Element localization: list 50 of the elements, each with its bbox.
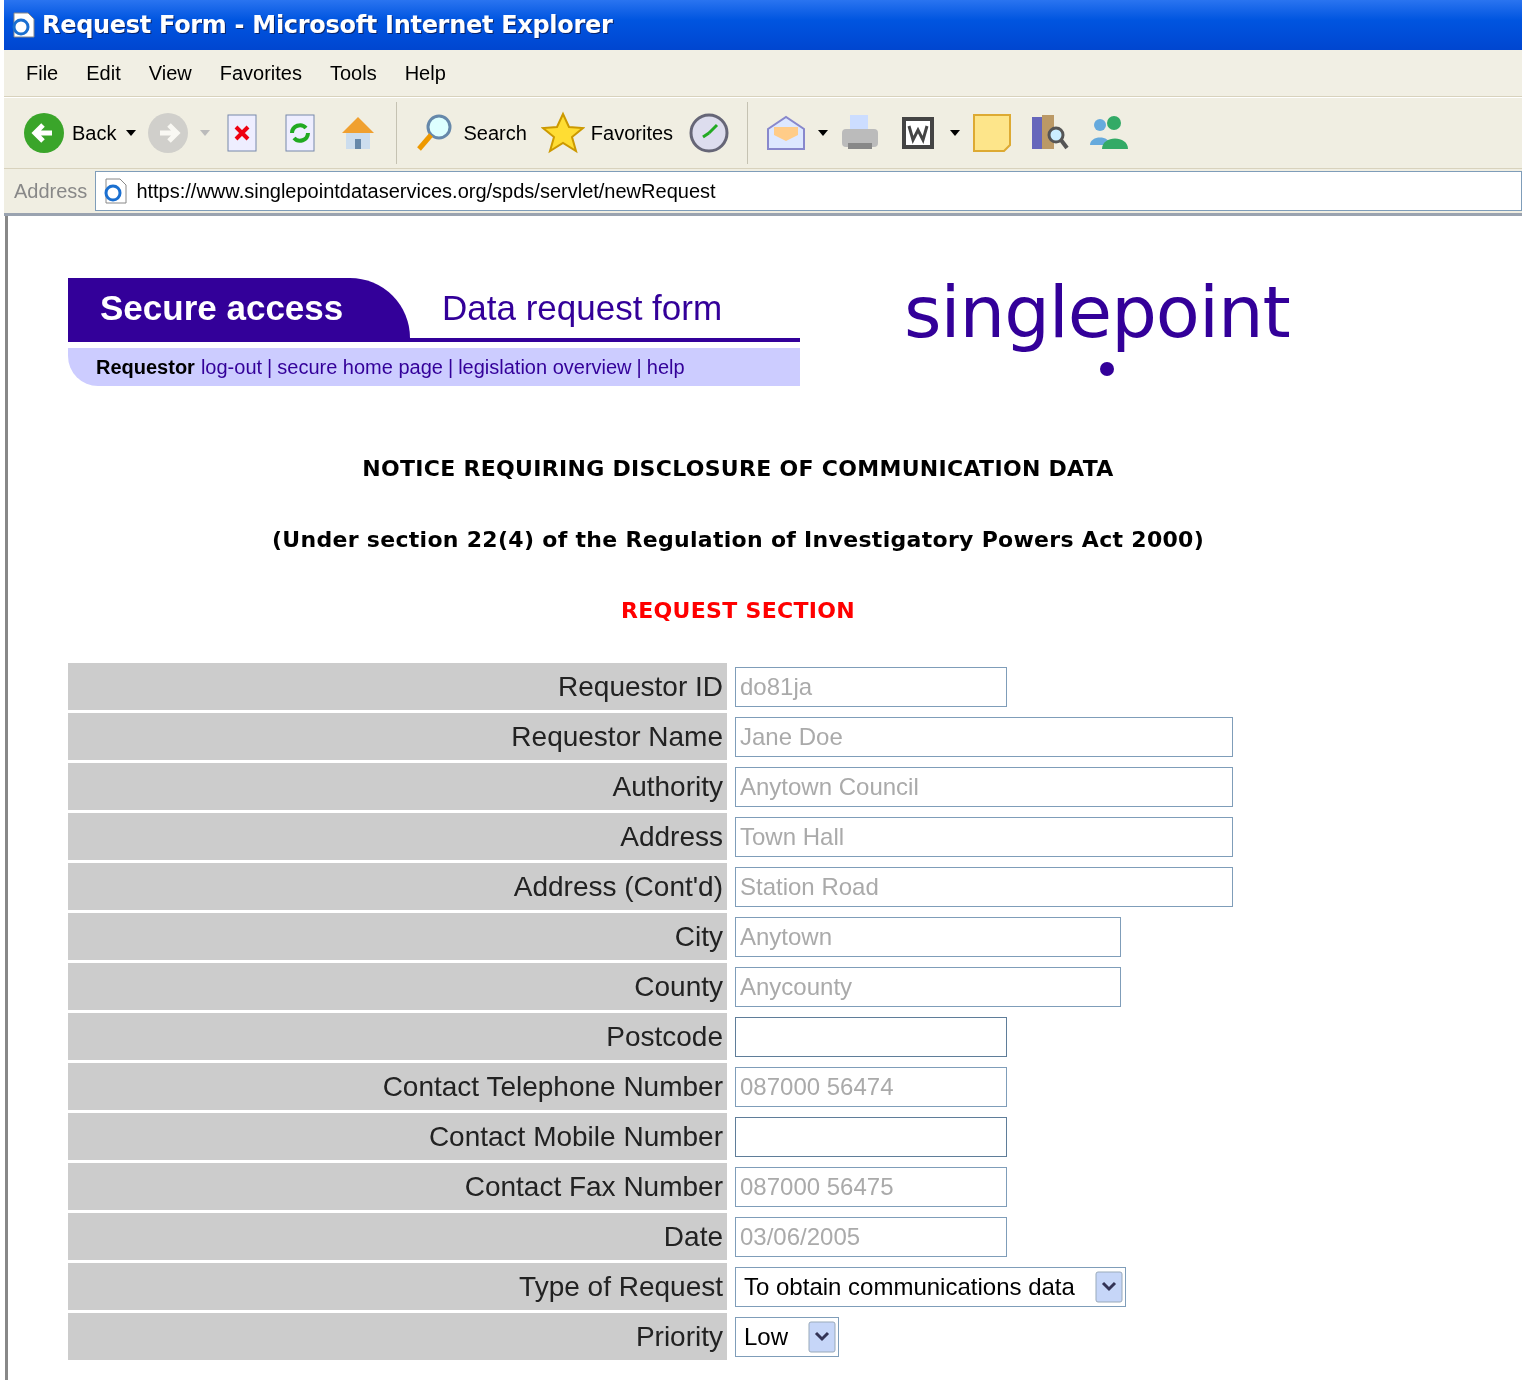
logo-dot-icon [1100,362,1114,376]
dropdown-caret-icon[interactable] [818,130,829,136]
link-separator: | [447,355,454,379]
toolbar-button[interactable]: Search [409,109,531,157]
logo-text: singlepoint [904,269,1290,356]
user-role: Requestor [96,355,195,379]
toolbar-button[interactable]: Favorites [536,109,678,157]
nav-link[interactable]: help [646,355,685,379]
page-title: Data request form [441,288,723,329]
field-label: Contact Mobile Number [68,1113,727,1160]
nav-link[interactable]: log-out [200,355,263,379]
field-label: Date [68,1213,727,1260]
field-label: Address (Cont'd) [68,863,727,910]
nav-link[interactable]: legislation overview [458,355,632,379]
field-label: City [68,913,727,960]
dropdown-caret-icon[interactable] [950,130,961,136]
field-label: Postcode [68,1013,727,1060]
window-title: Request Form - Microsoft Internet Explorer [42,11,613,39]
field-label: Contact Fax Number [68,1163,727,1210]
toolbar-button[interactable]: Back [18,109,121,157]
menu-item[interactable]: Edit [72,61,135,85]
field-label: Priority [68,1313,727,1360]
dropdown-field[interactable]: Low [735,1316,840,1357]
nav-link[interactable]: secure home page [277,355,443,379]
menu-item[interactable]: File [12,61,73,85]
dropdown-caret-icon[interactable] [126,130,137,136]
link-separator: | [267,355,273,379]
field-label: Requestor Name [68,713,727,760]
star-icon [540,111,585,155]
notice-subtitle: (Under section 22(4) of the Regulation of Investigatory Powers Act 2000) [271,527,1205,552]
menu-item[interactable]: Help [390,61,460,85]
dropdown-field[interactable]: To obtain communications data [735,1266,1126,1307]
field-label: Contact Telephone Number [68,1063,727,1110]
address-field[interactable]: https://www.singlepointdataservices.org/spds/servlet/newRequest [95,171,1522,211]
url-text: https://www.singlepointdataservices.org/spds/servlet/newRequest [136,179,716,203]
link-separator: | [636,355,642,379]
field-label: County [68,963,727,1010]
field-label: Authority [68,763,727,810]
section-title: REQUEST SECTION [621,598,855,623]
input-field[interactable] [735,1116,1007,1157]
menu-item[interactable]: Tools [315,61,391,85]
address-label: Address [14,179,88,203]
menu-item[interactable]: Favorites [205,61,316,85]
field-label: Address [68,813,727,860]
browser-page-icon [10,11,36,39]
field-label: Type of Request [68,1263,727,1310]
menu-item[interactable]: View [134,61,206,85]
field-label: Requestor ID [68,663,727,710]
notice-title: NOTICE REQUIRING DISCLOSURE OF COMMUNICATION DATA [362,456,1114,481]
input-field[interactable] [735,1016,1007,1057]
